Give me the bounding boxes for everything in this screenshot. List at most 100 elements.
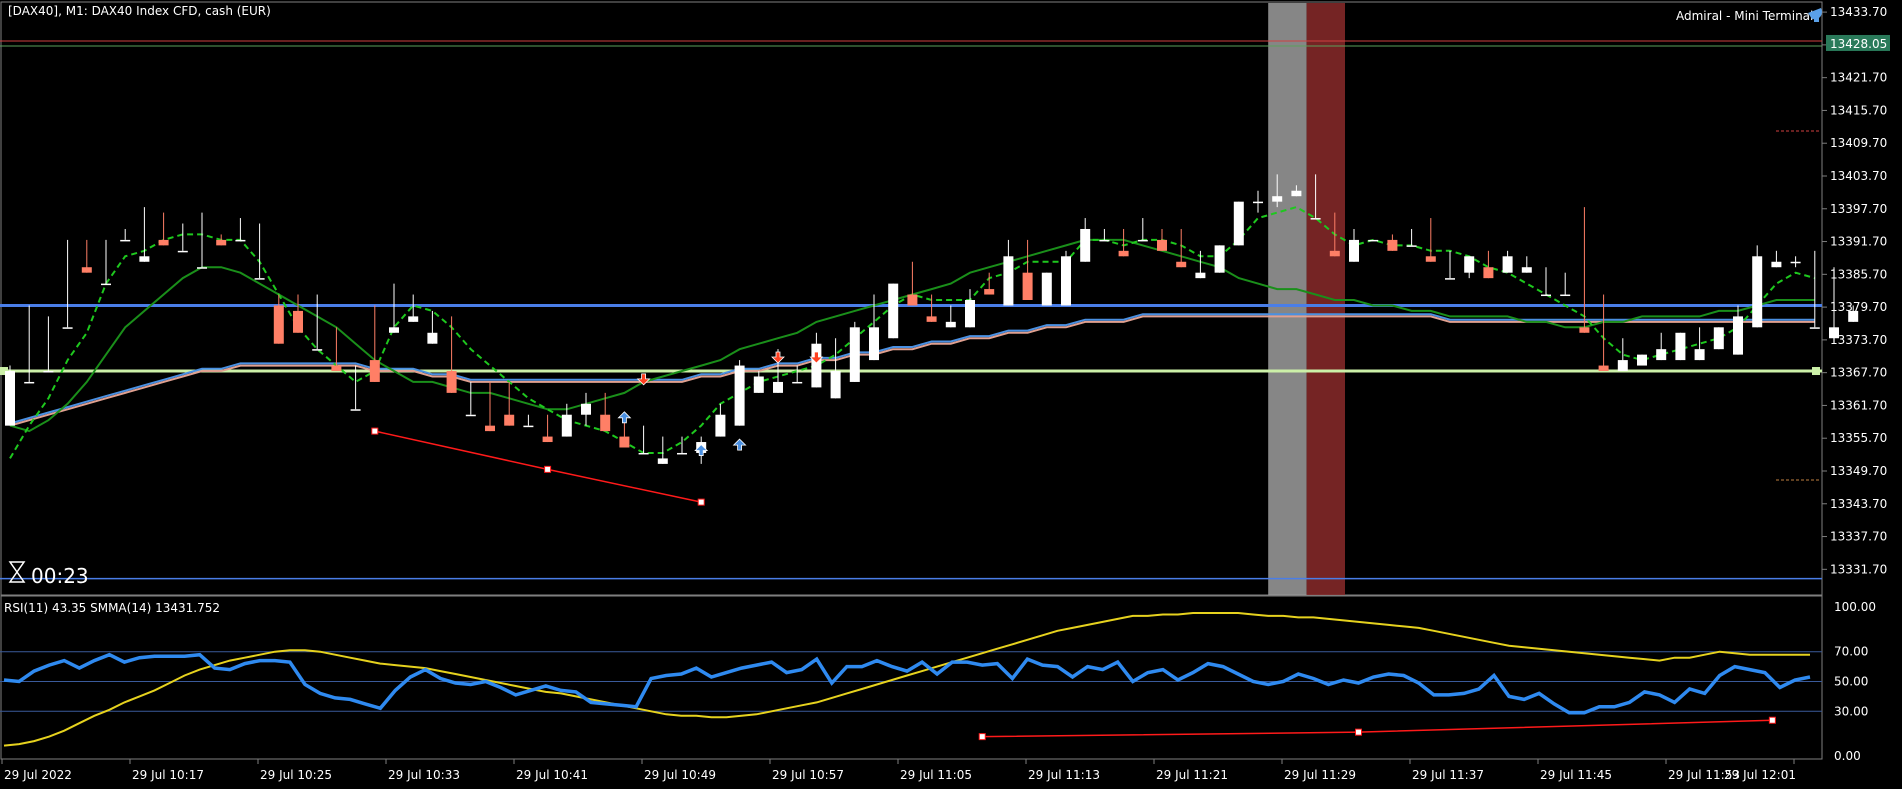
price-tick-label: 13343.70	[1830, 497, 1887, 511]
candle-body	[408, 316, 419, 322]
candle-body	[1752, 256, 1763, 328]
candle-body	[1310, 218, 1321, 220]
price-tick-label: 13373.70	[1830, 333, 1887, 347]
price-tick-label: 13337.70	[1830, 530, 1887, 544]
price-tick-label: 13391.70	[1830, 235, 1887, 249]
time-tick-label: 29 Jul 11:45	[1540, 768, 1612, 782]
candle[interactable]	[1752, 245, 1763, 328]
candle-body	[523, 425, 534, 428]
candle-body	[1425, 256, 1436, 262]
chart-title: [DAX40], M1: DAX40 Index CFD, cash (EUR)	[8, 4, 271, 18]
trendline-anchor[interactable]	[371, 427, 379, 435]
candle-body	[350, 409, 361, 411]
trading-chart[interactable]: RSI(11) 43.35 SMMA(14) 13431.752 13433.7…	[0, 0, 1902, 789]
candle-body	[792, 381, 803, 384]
time-tick-label: 29 Jul 11:13	[1028, 768, 1100, 782]
candle-body	[907, 294, 918, 306]
rsi-tick-label: 100.00	[1834, 600, 1876, 614]
candle-body	[446, 371, 457, 393]
candle[interactable]	[888, 283, 899, 339]
rsi-tick-label: 30.00	[1834, 704, 1868, 718]
candle-body	[1445, 278, 1455, 280]
candle-body	[177, 250, 188, 253]
session-band-gray	[1268, 3, 1307, 595]
candle-body	[888, 283, 899, 339]
candle-body	[1694, 349, 1705, 361]
candle-body	[1656, 349, 1667, 361]
candle-body	[1022, 272, 1033, 300]
candle-body	[849, 327, 860, 382]
candle[interactable]	[1713, 327, 1724, 350]
price-tick-label: 13361.70	[1830, 398, 1887, 412]
price-tick-label: 13355.70	[1830, 431, 1887, 445]
countdown-timer: 00:23	[31, 564, 89, 588]
candle-body	[1080, 228, 1091, 262]
candle[interactable]	[1061, 250, 1071, 306]
candle[interactable]	[849, 321, 860, 382]
candle[interactable]	[734, 360, 745, 426]
candle[interactable]	[1041, 272, 1052, 306]
candle-body	[1329, 250, 1340, 257]
candle-body	[197, 267, 207, 269]
candle-body	[1233, 201, 1244, 246]
time-tick-label: 29 Jul 11:29	[1284, 768, 1356, 782]
rsi-trendline-anchor[interactable]	[978, 733, 986, 741]
candle-body	[81, 267, 92, 273]
candle-body	[561, 414, 572, 437]
candle-body	[1579, 327, 1590, 333]
trendline-anchor[interactable]	[544, 465, 552, 473]
candle-body	[120, 239, 131, 242]
candle-body	[1349, 239, 1359, 262]
candle-body	[1541, 294, 1551, 297]
candle-body	[542, 436, 553, 443]
candle-body	[734, 365, 745, 426]
candle-body	[1733, 316, 1743, 355]
price-tick-label: 13367.70	[1830, 366, 1887, 380]
candle-body	[638, 452, 649, 455]
time-tick-label: 29 Jul 10:41	[516, 768, 588, 782]
broker-label: Admiral - Mini Terminal	[1676, 9, 1813, 23]
candle-body	[984, 289, 995, 295]
rsi-trendline-anchor[interactable]	[1768, 716, 1776, 724]
time-tick-label: 29 Jul 2022	[4, 768, 72, 782]
candle-body	[1041, 272, 1052, 306]
price-tick-label: 13409.70	[1830, 136, 1887, 150]
candle-body	[1464, 256, 1475, 273]
price-tick-label: 13421.70	[1830, 71, 1887, 85]
candle[interactable]	[1368, 239, 1379, 242]
rsi-trendline-anchor[interactable]	[1355, 728, 1362, 736]
candle-body	[1061, 256, 1071, 306]
candle-body	[312, 349, 323, 351]
candle[interactable]	[5, 365, 15, 426]
time-tick-label: 29 Jul 10:25	[260, 768, 332, 782]
candle-body	[62, 327, 73, 329]
candle-body	[965, 300, 975, 328]
price-tick-label: 13415.70	[1830, 103, 1887, 117]
support-handle-right[interactable]	[1812, 367, 1820, 376]
candle-body	[1521, 267, 1532, 273]
rsi-tick-label: 50.00	[1834, 675, 1868, 689]
candle-body	[1617, 360, 1628, 372]
candle-body	[273, 305, 284, 344]
candle-body	[1137, 239, 1148, 242]
candle-body	[945, 321, 956, 328]
time-tick-label: 29 Jul 12:01	[1724, 768, 1796, 782]
candle-body	[1560, 294, 1571, 297]
candle-body	[1790, 261, 1801, 264]
rsi-tick-label: 70.00	[1834, 645, 1868, 659]
candle[interactable]	[1233, 201, 1244, 246]
trendline-anchor[interactable]	[697, 498, 705, 506]
candle[interactable]	[1675, 332, 1686, 361]
candle-body	[1253, 201, 1263, 204]
candle[interactable]	[1214, 245, 1225, 273]
current-price-label: 13428.05	[1830, 37, 1887, 51]
candle-body	[24, 381, 35, 384]
time-tick-label: 29 Jul 11:05	[900, 768, 972, 782]
candle-body	[1214, 245, 1225, 273]
candle-body	[158, 239, 169, 246]
candle-body	[1771, 261, 1782, 268]
time-tick-label: 29 Jul 10:49	[644, 768, 716, 782]
candle-body	[1099, 239, 1110, 242]
candle-body	[504, 414, 515, 426]
candle[interactable]	[1637, 354, 1647, 366]
